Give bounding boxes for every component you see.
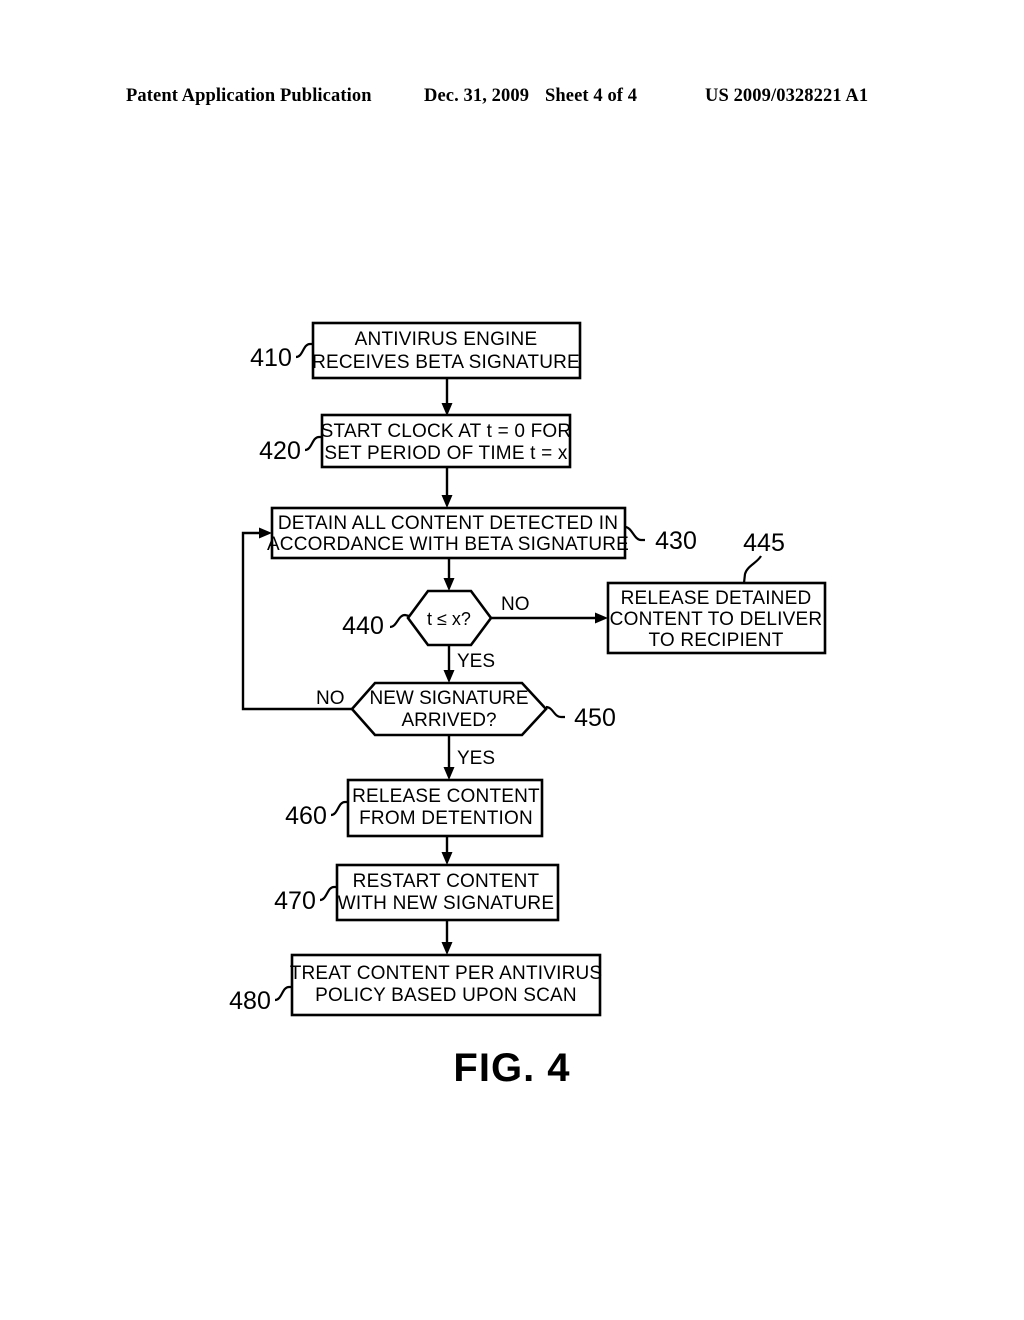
flowchart-figure: ANTIVIRUS ENGINE RECEIVES BETA SIGNATURE… <box>229 321 827 1017</box>
flow-node-430-line-2: ACCORDANCE WITH BETA SIGNATURE <box>267 534 629 555</box>
flow-node-410-line-2: RECEIVES BETA SIGNATURE <box>312 352 580 373</box>
connector-430-to-440 <box>443 558 455 591</box>
reference-numeral-430-text: 430 <box>655 527 697 555</box>
reference-numeral-410: 410 <box>250 342 313 372</box>
reference-numeral-440-text: 440 <box>342 612 384 640</box>
reference-numeral-470-text: 470 <box>274 887 316 915</box>
flow-node-420: START CLOCK AT t = 0 FOR SET PERIOD OF T… <box>321 413 572 469</box>
flow-node-410: ANTIVIRUS ENGINE RECEIVES BETA SIGNATURE <box>311 321 582 380</box>
reference-numeral-470: 470 <box>274 885 337 915</box>
figure-caption: FIG. 4 <box>453 1046 571 1090</box>
flow-node-460-line-1: RELEASE CONTENT <box>352 786 540 807</box>
flow-node-480-line-1: TREAT CONTENT PER ANTIVIRUS <box>290 963 603 984</box>
reference-numeral-450: 450 <box>545 704 616 732</box>
reference-numeral-420: 420 <box>259 435 322 465</box>
connector-460-to-470 <box>441 836 453 865</box>
flow-node-410-line-1: ANTIVIRUS ENGINE <box>355 329 538 350</box>
connector-440-yes-to-450 <box>443 645 455 683</box>
reference-numeral-450-text: 450 <box>574 704 616 732</box>
flow-node-480: TREAT CONTENT PER ANTIVIRUS POLICY BASED… <box>290 953 603 1017</box>
flow-node-445-line-1: RELEASE DETAINED <box>621 588 812 609</box>
connector-450-yes-to-460 <box>443 735 455 780</box>
flow-node-470-line-1: RESTART CONTENT <box>353 871 540 892</box>
reference-numeral-445-text: 445 <box>743 529 785 557</box>
reference-numeral-460-text: 460 <box>285 802 327 830</box>
flow-node-445-line-3: TO RECIPIENT <box>648 630 783 651</box>
reference-numeral-420-text: 420 <box>259 437 301 465</box>
flow-node-440: t ≤ x? <box>406 589 493 647</box>
edge-label-440-no: NO <box>501 594 530 615</box>
edge-label-450-yes: YES <box>457 748 495 769</box>
flow-node-420-line-2: SET PERIOD OF TIME t = x <box>324 443 568 464</box>
flow-node-470-line-2: WITH NEW SIGNATURE <box>338 893 554 914</box>
connector-470-to-480 <box>441 920 453 955</box>
flow-node-440-label: t ≤ x? <box>427 609 471 629</box>
flow-node-430: DETAIN ALL CONTENT DETECTED IN ACCORDANC… <box>267 506 629 560</box>
edge-label-450-no: NO <box>316 688 345 709</box>
reference-numeral-410-text: 410 <box>250 344 292 372</box>
reference-numeral-445: 445 <box>742 529 785 584</box>
connector-410-to-420 <box>441 378 453 416</box>
flow-node-480-line-2: POLICY BASED UPON SCAN <box>315 985 577 1006</box>
flow-node-445-line-2: CONTENT TO DELIVER <box>610 609 823 630</box>
reference-numeral-430: 430 <box>624 525 697 555</box>
reference-numeral-460: 460 <box>285 800 348 830</box>
flow-node-430-line-1: DETAIN ALL CONTENT DETECTED IN <box>278 513 618 534</box>
flow-node-450-line-1: NEW SIGNATURE <box>369 688 528 709</box>
flow-node-445: RELEASE DETAINED CONTENT TO DELIVER TO R… <box>606 581 827 655</box>
flow-node-420-line-1: START CLOCK AT t = 0 FOR <box>321 421 572 442</box>
reference-numeral-480-text: 480 <box>229 987 271 1015</box>
edge-label-440-yes: YES <box>457 651 495 672</box>
connector-420-to-430 <box>441 467 453 508</box>
flow-node-460: RELEASE CONTENT FROM DETENTION <box>346 778 544 838</box>
flow-node-460-line-2: FROM DETENTION <box>359 808 533 829</box>
flow-node-450: NEW SIGNATURE ARRIVED? <box>350 681 548 737</box>
flow-node-450-line-2: ARRIVED? <box>401 710 496 731</box>
reference-numeral-440: 440 <box>342 612 410 640</box>
flow-node-470: RESTART CONTENT WITH NEW SIGNATURE <box>335 863 560 922</box>
reference-numeral-480: 480 <box>229 985 292 1015</box>
